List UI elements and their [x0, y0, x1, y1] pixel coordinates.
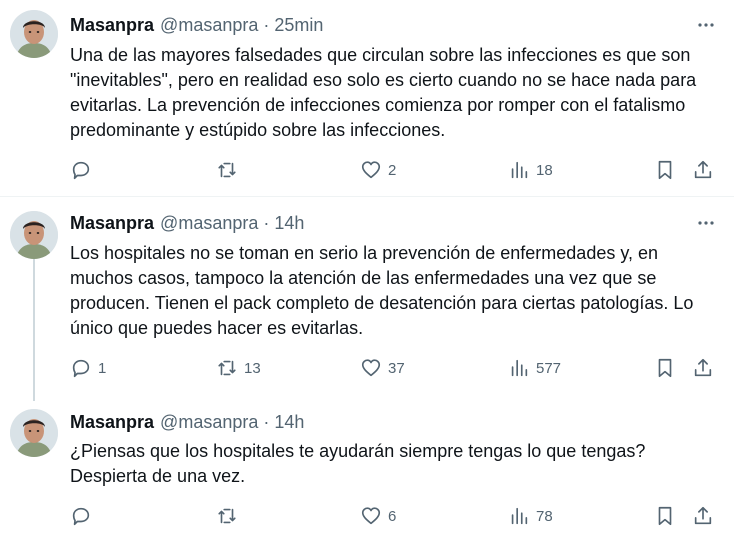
like-icon: [361, 359, 381, 377]
retweet-icon: [218, 508, 236, 524]
tweet-1[interactable]: Masanpra @masanpra · 25min Una de las ma…: [0, 0, 734, 195]
tweet-line: Los hospitales no se toman en serio la p…: [70, 243, 659, 263]
tweet-line: predominante y estúpido sobre las infecc…: [70, 120, 446, 140]
like-count: 6: [388, 507, 397, 525]
retweet-icon: [218, 162, 236, 178]
tweet-line: Despierta de una vez.: [70, 466, 246, 486]
retweet-button[interactable]: [216, 504, 244, 528]
like-button[interactable]: 6: [360, 504, 396, 528]
tweet-2[interactable]: Masanpra @masanpra · 14h Los hospitales …: [0, 197, 734, 401]
tweet-line: producen. Tienen el pack completo de des…: [70, 293, 694, 313]
author-handle[interactable]: @masanpra: [160, 412, 258, 433]
avatar[interactable]: [10, 10, 58, 58]
retweet-button[interactable]: [216, 158, 244, 182]
tweet-header: Masanpra @masanpra · 25min: [70, 13, 323, 37]
more-icon[interactable]: [694, 211, 718, 235]
retweet-icon: [218, 360, 236, 376]
views-button[interactable]: 78: [508, 504, 553, 528]
views-icon: [511, 507, 528, 525]
views-icon: [511, 161, 528, 179]
views-count: 18: [536, 161, 553, 179]
more-icon[interactable]: [694, 13, 718, 37]
retweet-count: 13: [244, 359, 261, 377]
share-button[interactable]: [692, 356, 714, 380]
tweet-text: ¿Piensas que los hospitales te ayudarán …: [70, 439, 720, 489]
tweet-line: Una de las mayores falsedades que circul…: [70, 45, 691, 65]
like-icon: [361, 161, 381, 179]
share-button[interactable]: [692, 504, 714, 528]
tweet-line: muchos casos, tampoco la atención de las…: [70, 268, 657, 288]
reply-icon: [72, 161, 90, 180]
like-button[interactable]: 2: [360, 158, 396, 182]
bookmark-icon: [658, 160, 672, 180]
views-button[interactable]: 577: [508, 356, 561, 380]
bookmark-button[interactable]: [654, 504, 676, 528]
tweet-line: evitarlas. La prevención de infecciones …: [70, 95, 686, 115]
tweet-line: único que puedes hacer es evitarlas.: [70, 318, 364, 338]
bookmark-icon: [658, 506, 672, 526]
action-bar: 6 78: [70, 504, 720, 528]
separator: ·: [263, 14, 270, 35]
reply-button[interactable]: [70, 504, 98, 528]
avatar[interactable]: [10, 409, 58, 457]
action-bar: 1 13 37 577: [70, 356, 720, 380]
tweet-line: "inevitables", pero en realidad eso solo…: [70, 70, 697, 90]
tweet-text: Los hospitales no se toman en serio la p…: [70, 241, 720, 341]
like-count: 37: [388, 359, 405, 377]
author-handle[interactable]: @masanpra: [160, 15, 258, 36]
author-name[interactable]: Masanpra: [70, 213, 154, 234]
bookmark-button[interactable]: [654, 158, 676, 182]
separator: ·: [263, 411, 270, 432]
like-button[interactable]: 37: [360, 356, 405, 380]
like-icon: [361, 507, 381, 525]
author-name[interactable]: Masanpra: [70, 412, 154, 433]
author-handle[interactable]: @masanpra: [160, 213, 258, 234]
avatar[interactable]: [10, 211, 58, 259]
views-count: 78: [536, 507, 553, 525]
share-icon: [694, 358, 712, 377]
share-icon: [694, 160, 712, 179]
action-bar: 2 18: [70, 158, 720, 182]
tweet-header: Masanpra @masanpra · 14h: [70, 410, 304, 434]
timestamp[interactable]: 14h: [274, 412, 304, 433]
share-button[interactable]: [692, 158, 714, 182]
reply-icon: [72, 359, 90, 378]
bookmark-icon: [658, 358, 672, 378]
views-icon: [511, 359, 528, 377]
share-icon: [694, 506, 712, 525]
tweet-header: Masanpra @masanpra · 14h: [70, 211, 304, 235]
views-button[interactable]: 18: [508, 158, 553, 182]
tweet-text: Una de las mayores falsedades que circul…: [70, 43, 720, 143]
reply-count: 1: [98, 359, 107, 377]
reply-button[interactable]: [70, 158, 98, 182]
like-count: 2: [388, 161, 397, 179]
author-name[interactable]: Masanpra: [70, 15, 154, 36]
views-count: 577: [536, 359, 562, 377]
reply-button[interactable]: 1: [70, 356, 106, 380]
thread-line: [33, 257, 35, 401]
bookmark-button[interactable]: [654, 356, 676, 380]
timestamp[interactable]: 14h: [274, 213, 304, 234]
separator: ·: [263, 212, 270, 233]
tweet-line: ¿Piensas que los hospitales te ayudarán …: [70, 441, 646, 461]
retweet-button[interactable]: 13: [216, 356, 261, 380]
tweet-3[interactable]: Masanpra @masanpra · 14h ¿Piensas que lo…: [0, 393, 734, 540]
timestamp[interactable]: 25min: [274, 15, 323, 36]
reply-icon: [72, 507, 90, 526]
